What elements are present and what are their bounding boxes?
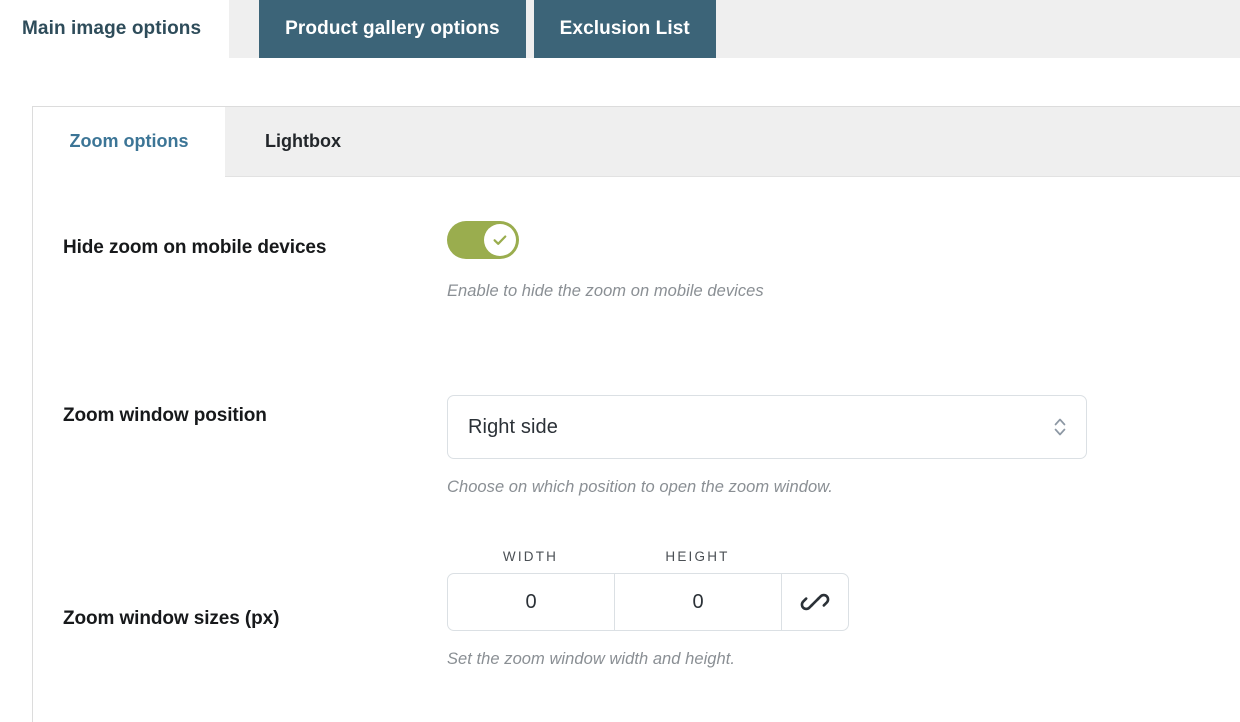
subtab-zoom-options-label: Zoom options: [69, 131, 189, 151]
primary-tab-bar: Main image options Product gallery optio…: [0, 0, 1240, 58]
field-zoom-window-position: Zoom window position Right side Choose o…: [33, 395, 1240, 549]
link-icon: [800, 593, 830, 611]
zoom-options-form: Hide zoom on mobile devices Enable to hi…: [33, 177, 1240, 709]
check-icon: [493, 235, 507, 245]
width-column-header: Width: [502, 549, 559, 564]
tab-exclusion-list[interactable]: Exclusion List: [533, 0, 716, 58]
zoom-window-height-input[interactable]: [615, 574, 782, 630]
page-body: Zoom options Lightbox Hide zoom on mobil…: [0, 58, 1240, 722]
size-column-headers: Width Height: [447, 549, 1240, 564]
field-zoom-window-position-label: Zoom window position: [63, 405, 267, 426]
settings-panel: Zoom options Lightbox Hide zoom on mobil…: [32, 106, 1240, 722]
tab-exclusion-list-label: Exclusion List: [559, 18, 690, 39]
field-zoom-window-sizes-hint: Set the zoom window width and height.: [447, 650, 736, 668]
tab-product-gallery-options-label: Product gallery options: [285, 18, 500, 39]
hide-zoom-on-mobile-toggle[interactable]: [447, 221, 519, 259]
height-column-header: Height: [665, 549, 730, 564]
field-hide-zoom-on-mobile-hint: Enable to hide the zoom on mobile device…: [447, 282, 764, 300]
subtab-zoom-options[interactable]: Zoom options: [33, 107, 225, 177]
tab-main-image-options-label: Main image options: [22, 18, 202, 39]
secondary-tab-bar: Zoom options Lightbox: [33, 107, 1240, 177]
field-zoom-window-sizes-control: Width Height: [447, 549, 1240, 669]
field-zoom-window-position-control: Right side Choose on which position to o…: [447, 395, 1240, 497]
zoom-window-width-input[interactable]: [448, 574, 615, 630]
tab-product-gallery-options[interactable]: Product gallery options: [259, 0, 526, 58]
field-hide-zoom-on-mobile: Hide zoom on mobile devices Enable to hi…: [33, 221, 1240, 395]
field-hide-zoom-on-mobile-control: Enable to hide the zoom on mobile device…: [447, 221, 1240, 301]
zoom-window-size-input-group: [447, 573, 849, 631]
subtab-lightbox[interactable]: Lightbox: [225, 107, 381, 176]
field-zoom-window-sizes: Zoom window sizes (px) Width Height: [33, 549, 1240, 709]
zoom-window-position-select[interactable]: Right side: [447, 395, 1087, 459]
chevron-up-down-icon[interactable]: [1052, 414, 1068, 440]
zoom-window-position-selected-value: Right side: [468, 415, 558, 438]
tab-main-image-options[interactable]: Main image options: [0, 0, 230, 58]
subtab-lightbox-label: Lightbox: [265, 131, 341, 151]
field-zoom-window-position-hint: Choose on which position to open the zoo…: [447, 478, 833, 496]
link-dimensions-button[interactable]: [782, 574, 848, 630]
field-zoom-window-sizes-label: Zoom window sizes (px): [63, 608, 280, 629]
toggle-knob: [484, 224, 516, 256]
field-hide-zoom-on-mobile-label: Hide zoom on mobile devices: [63, 237, 327, 258]
